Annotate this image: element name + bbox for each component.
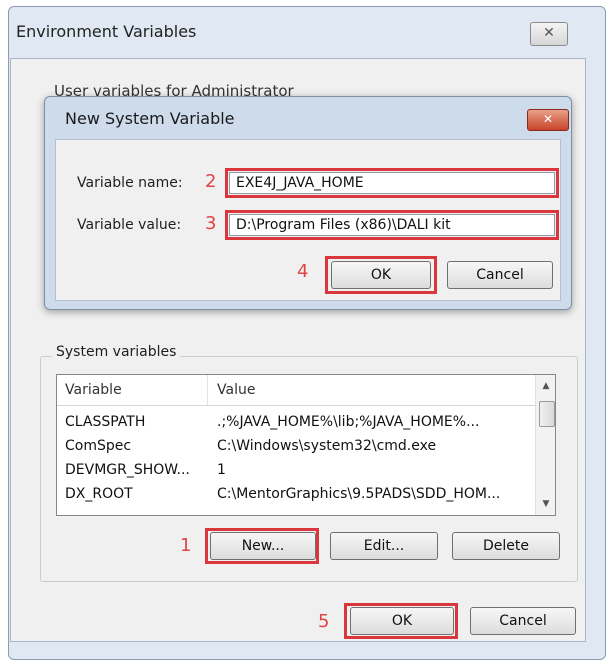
- close-icon[interactable]: ✕: [530, 22, 568, 46]
- vertical-scrollbar[interactable]: ▲ ▼: [535, 375, 555, 515]
- variable-name-label: Variable name:: [77, 175, 183, 191]
- cancel-button[interactable]: Cancel: [470, 607, 576, 635]
- system-variables-label: System variables: [52, 344, 181, 360]
- step3-label: 3: [205, 213, 217, 234]
- list-row[interactable]: CLASSPATH .;%JAVA_HOME%\lib;%JAVA_HOME%.…: [57, 411, 535, 433]
- row-variable-name: DEVMGR_SHOW...: [65, 462, 190, 478]
- row-variable-value: .;%JAVA_HOME%\lib;%JAVA_HOME%...: [217, 414, 480, 430]
- new-system-variable-dialog: New System Variable ✕ Variable name: 2 E…: [44, 96, 572, 310]
- dialog-title: New System Variable: [65, 109, 235, 128]
- variable-value-label: Variable value:: [77, 217, 182, 233]
- delete-button[interactable]: Delete: [452, 532, 560, 560]
- list-row[interactable]: DX_ROOT C:\MentorGraphics\9.5PADS\SDD_HO…: [57, 483, 535, 505]
- window-title: Environment Variables: [16, 22, 197, 41]
- step5-label: 5: [318, 611, 330, 632]
- step2-label: 2: [205, 171, 217, 192]
- column-header-variable[interactable]: Variable: [65, 382, 122, 398]
- row-variable-value: C:\MentorGraphics\9.5PADS\SDD_HOM...: [217, 486, 501, 502]
- step1-label: 1: [180, 535, 192, 556]
- step4-label: 4: [297, 261, 309, 282]
- dialog-cancel-button[interactable]: Cancel: [447, 261, 553, 289]
- row-variable-name: ComSpec: [65, 438, 132, 454]
- scrollbar-thumb[interactable]: [539, 401, 555, 427]
- step2-highlight: [225, 168, 559, 198]
- column-header-value[interactable]: Value: [217, 382, 255, 398]
- row-variable-value: 1: [217, 462, 226, 478]
- scroll-down-icon[interactable]: ▼: [536, 495, 555, 513]
- step5-highlight: [344, 603, 458, 639]
- step3-highlight: [225, 210, 559, 240]
- list-row[interactable]: ComSpec C:\Windows\system32\cmd.exe: [57, 435, 535, 457]
- list-row[interactable]: DEVMGR_SHOW... 1: [57, 459, 535, 481]
- edit-button[interactable]: Edit...: [330, 532, 438, 560]
- column-divider[interactable]: [207, 375, 208, 405]
- step4-highlight: [325, 256, 437, 294]
- scroll-up-icon[interactable]: ▲: [536, 377, 555, 395]
- list-header: Variable Value: [57, 375, 535, 406]
- dialog-close-icon[interactable]: ✕: [527, 109, 569, 131]
- row-variable-name: CLASSPATH: [65, 414, 146, 430]
- step1-highlight: [205, 528, 319, 564]
- row-variable-name: DX_ROOT: [65, 486, 133, 502]
- system-variables-list[interactable]: Variable Value CLASSPATH .;%JAVA_HOME%\l…: [56, 374, 556, 516]
- row-variable-value: C:\Windows\system32\cmd.exe: [217, 438, 437, 454]
